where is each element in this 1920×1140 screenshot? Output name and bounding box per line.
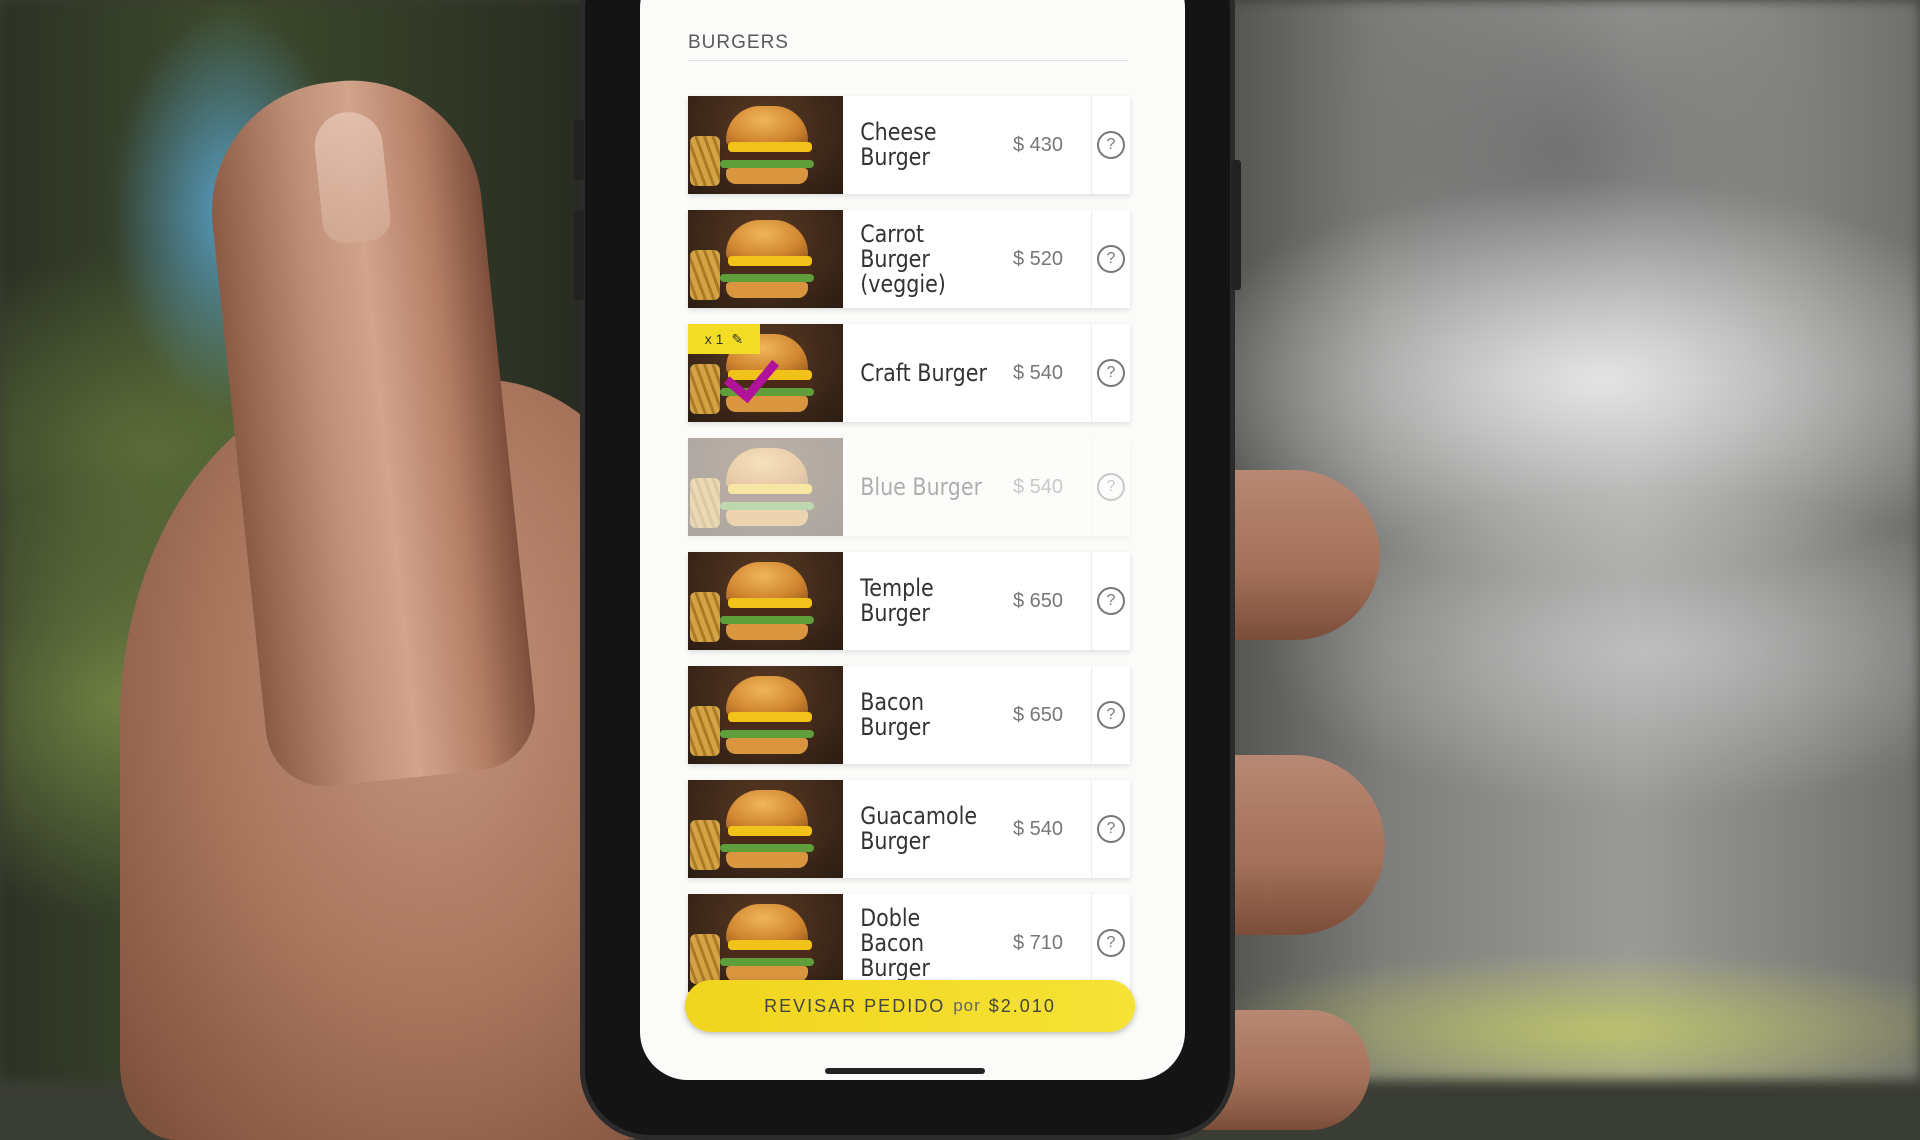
burger-photo-fries [690, 592, 720, 642]
burger-photo-bun-top [726, 790, 808, 830]
burger-photo-fries [690, 934, 720, 984]
burger-photo-cheese [728, 826, 812, 836]
menu-item-name: Cheese Burger [860, 118, 937, 171]
burger-photo-bun-top [726, 562, 808, 602]
burger-photo-lettuce [720, 616, 814, 624]
menu-list: Cheese Burger $ 430? Carrot Burger (veggie… [688, 96, 1130, 1008]
burger-photo [688, 552, 843, 650]
help-icon[interactable]: ? [1097, 701, 1125, 729]
burger-photo-bun-bottom [726, 168, 808, 184]
menu-item[interactable]: Temple Burger $ 650? [688, 552, 1130, 650]
menu-item-price: $ 520 [1013, 247, 1064, 270]
help-icon[interactable]: ? [1097, 359, 1125, 387]
burger-photo-bun-top [726, 904, 808, 944]
item-info-cell[interactable]: ? [1091, 96, 1130, 194]
burger-photo-fries [690, 250, 720, 300]
menu-item[interactable]: Carrot Burger (veggie) $ 520? [688, 210, 1130, 308]
review-order-label: REVISAR PEDIDO [764, 995, 946, 1016]
burger-photo-fries [690, 136, 720, 186]
menu-item-price: $ 540 [1013, 817, 1064, 840]
menu-item-name: Blue Burger [860, 472, 983, 501]
help-icon[interactable]: ? [1097, 245, 1125, 273]
section-title: BURGERS [688, 32, 789, 53]
burger-photo-bun-top [726, 106, 808, 146]
burger-photo [688, 666, 843, 764]
menu-item[interactable]: Blue Burger $ 540? [688, 438, 1130, 536]
burger-photo-cheese [728, 712, 812, 722]
burger-photo-bun-top [726, 448, 808, 488]
home-indicator [825, 1068, 985, 1074]
burger-photo [688, 780, 843, 878]
item-info-cell[interactable]: ? [1091, 438, 1130, 536]
burger-photo [688, 96, 843, 194]
burger-photo [688, 894, 843, 992]
phone-side-button [574, 210, 584, 300]
burger-photo-fries [690, 364, 720, 414]
menu-item-price: $ 430 [1013, 133, 1064, 156]
burger-photo-bun-bottom [726, 510, 808, 526]
burger-photo-bun-bottom [726, 852, 808, 868]
menu-item-price: $ 650 [1013, 589, 1064, 612]
burger-photo-cheese [728, 484, 812, 494]
burger-photo-fries [690, 820, 720, 870]
menu-item[interactable]: x 1 ✎ Craft Burger $ 540? [688, 324, 1130, 422]
burger-photo-bun-bottom [726, 624, 808, 640]
burger-photo-cheese [728, 142, 812, 152]
menu-item-name: Doble Bacon Burger [860, 903, 930, 982]
burger-photo-bun-bottom [726, 282, 808, 298]
review-order-by: por [953, 996, 981, 1015]
burger-photo-fries [690, 706, 720, 756]
menu-item-name: Bacon Burger [860, 688, 930, 741]
help-icon[interactable]: ? [1097, 473, 1125, 501]
phone-side-button [1231, 160, 1241, 290]
burger-photo [688, 210, 843, 308]
section-divider [688, 60, 1128, 61]
menu-item-price: $ 710 [1013, 931, 1064, 954]
menu-item-price: $ 540 [1013, 361, 1064, 384]
menu-item-price: $ 650 [1013, 703, 1064, 726]
menu-item[interactable]: Bacon Burger $ 650? [688, 666, 1130, 764]
burger-photo [688, 438, 843, 536]
item-info-cell[interactable]: ? [1091, 552, 1130, 650]
help-icon[interactable]: ? [1097, 929, 1125, 957]
burger-photo-lettuce [720, 502, 814, 510]
phone-screen: BURGERS Cheese Burger $ 430? Carrot Burger… [640, 0, 1185, 1080]
burger-photo-cheese [728, 256, 812, 266]
quantity-badge[interactable]: x 1 ✎ [688, 324, 760, 354]
burger-photo-cheese [728, 940, 812, 950]
menu-item-price: $ 540 [1013, 475, 1064, 498]
burger-photo-fries [690, 478, 720, 528]
burger-photo-bun-top [726, 220, 808, 260]
help-icon[interactable]: ? [1097, 587, 1125, 615]
item-info-cell[interactable]: ? [1091, 210, 1130, 308]
help-icon[interactable]: ? [1097, 131, 1125, 159]
item-info-cell[interactable]: ? [1091, 666, 1130, 764]
burger-photo-lettuce [720, 958, 814, 966]
burger-photo-cheese [728, 598, 812, 608]
burger-photo-lettuce [720, 160, 814, 168]
item-info-cell[interactable]: ? [1091, 894, 1130, 992]
edit-icon[interactable]: ✎ [731, 331, 743, 348]
menu-item[interactable]: Guacamole Burger $ 540? [688, 780, 1130, 878]
item-info-cell[interactable]: ? [1091, 780, 1130, 878]
burger-photo-bun-top [726, 676, 808, 716]
burger-photo: x 1 ✎ [688, 324, 843, 422]
menu-item-name: Craft Burger [860, 358, 987, 387]
item-info-cell[interactable]: ? [1091, 324, 1130, 422]
quantity-label: x 1 [704, 331, 724, 347]
burger-photo-bun-bottom [726, 738, 808, 754]
phone-side-button [574, 120, 584, 180]
burger-photo-lettuce [720, 730, 814, 738]
burger-photo-lettuce [720, 844, 814, 852]
menu-item-name: Carrot Burger (veggie) [860, 219, 946, 298]
menu-item[interactable]: Cheese Burger $ 430? [688, 96, 1130, 194]
burger-photo-lettuce [720, 274, 814, 282]
menu-item-name: Guacamole Burger [860, 802, 978, 855]
menu-item-name: Temple Burger [860, 574, 934, 627]
menu-item[interactable]: Doble Bacon Burger $ 710? [688, 894, 1130, 992]
burger-photo-bun-bottom [726, 396, 808, 412]
review-order-button[interactable]: REVISAR PEDIDO por $2.010 [685, 980, 1135, 1032]
review-order-total: $2.010 [988, 995, 1056, 1016]
help-icon[interactable]: ? [1097, 815, 1125, 843]
